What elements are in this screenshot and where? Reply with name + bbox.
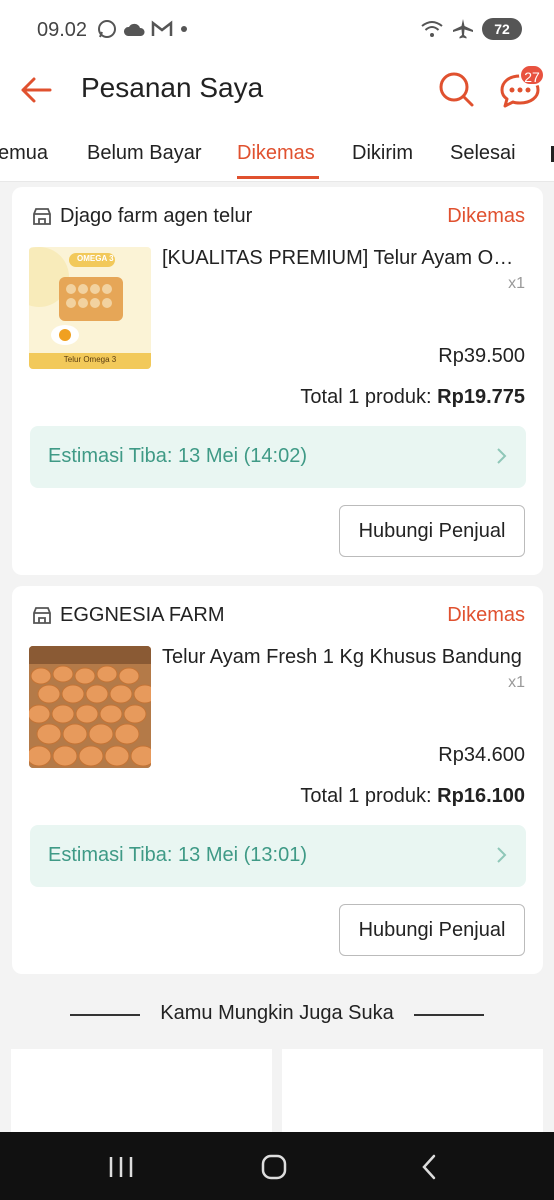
whatsapp-icon bbox=[98, 20, 116, 38]
eggs-photo bbox=[29, 646, 151, 768]
search-icon[interactable] bbox=[437, 70, 475, 108]
airplane-icon bbox=[453, 19, 473, 39]
tab-dikirim[interactable]: Dikirim bbox=[352, 142, 413, 165]
shop-name: Djago farm agen telur bbox=[60, 205, 253, 227]
back-arrow-icon[interactable] bbox=[18, 72, 54, 108]
battery-indicator: 72 bbox=[482, 18, 522, 40]
tab-selesai[interactable]: Selesai bbox=[450, 142, 516, 165]
shop-header[interactable]: EGGNESIA FARM bbox=[32, 604, 224, 627]
back-nav-icon[interactable] bbox=[416, 1154, 446, 1180]
delivery-estimate[interactable]: Estimasi Tiba: 13 Mei (14:02) bbox=[30, 426, 526, 488]
wifi-icon bbox=[421, 21, 443, 37]
active-tab-indicator bbox=[237, 176, 319, 179]
system-nav-bar bbox=[0, 1132, 554, 1200]
product-price: Rp39.500 bbox=[438, 345, 525, 367]
shop-icon bbox=[33, 606, 51, 624]
cloud-icon bbox=[123, 23, 145, 36]
order-status: Dikemas bbox=[447, 604, 525, 626]
product-name[interactable]: [KUALITAS PREMIUM] Telur Ayam Omega 3 bbox=[162, 247, 526, 270]
shop-header[interactable]: Djago farm agen telur bbox=[32, 205, 252, 228]
contact-seller-button[interactable]: Hubungi Penjual bbox=[339, 904, 525, 956]
egg-tray-image bbox=[29, 247, 151, 369]
product-thumbnail[interactable] bbox=[29, 646, 151, 768]
recent-apps-icon[interactable] bbox=[106, 1154, 136, 1180]
total-label: Total 1 produk: bbox=[300, 785, 432, 807]
chevron-right-icon bbox=[497, 847, 507, 863]
order-status: Dikemas bbox=[447, 205, 525, 227]
recommended-product-card[interactable] bbox=[11, 1049, 272, 1133]
tab-dikemas[interactable]: Dikemas bbox=[237, 142, 315, 165]
order-tabs: emua Belum Bayar Dikemas Dikirim Selesai bbox=[0, 120, 554, 182]
page-title: Pesanan Saya bbox=[81, 72, 264, 103]
delivery-estimate[interactable]: Estimasi Tiba: 13 Mei (13:01) bbox=[30, 825, 526, 887]
gmail-icon bbox=[151, 20, 173, 36]
total-label: Total 1 produk: bbox=[300, 386, 432, 408]
status-time: 09.02 bbox=[37, 19, 88, 41]
divider-right bbox=[414, 1014, 484, 1016]
product-name[interactable]: Telur Ayam Fresh 1 Kg Khusus Bandung bbox=[162, 646, 526, 669]
order-total: Total 1 produk: Rp16.100 bbox=[300, 785, 525, 808]
order-total: Total 1 produk: Rp19.775 bbox=[300, 386, 525, 409]
order-card[interactable]: Djago farm agen telur Dikemas OMEGA 3 Te… bbox=[12, 187, 543, 575]
total-value: Rp19.775 bbox=[437, 386, 525, 408]
tab-semua[interactable]: emua bbox=[0, 142, 48, 165]
chat-badge: 27 bbox=[519, 64, 545, 86]
app-bar: Pesanan Saya bbox=[0, 60, 554, 120]
recommended-product-card[interactable] bbox=[282, 1049, 543, 1133]
status-bar: 09.02 72 bbox=[0, 0, 554, 60]
product-qty: x1 bbox=[508, 275, 525, 292]
contact-seller-button[interactable]: Hubungi Penjual bbox=[339, 505, 525, 557]
tab-belum-bayar[interactable]: Belum Bayar bbox=[87, 142, 202, 165]
product-price: Rp34.600 bbox=[438, 744, 525, 766]
chevron-right-icon bbox=[497, 448, 507, 464]
product-qty: x1 bbox=[508, 674, 525, 691]
home-icon[interactable] bbox=[259, 1154, 289, 1180]
eta-text: Estimasi Tiba: 13 Mei (13:01) bbox=[48, 844, 307, 866]
thumb-label-top: OMEGA 3 bbox=[77, 254, 114, 263]
dot-icon bbox=[181, 26, 187, 32]
thumb-label-bottom: Telur Omega 3 bbox=[63, 355, 117, 364]
order-card[interactable]: EGGNESIA FARM Dikemas Telur Ayam Fresh 1… bbox=[12, 586, 543, 974]
product-thumbnail[interactable]: OMEGA 3 Telur Omega 3 bbox=[29, 247, 151, 369]
eta-text: Estimasi Tiba: 13 Mei (14:02) bbox=[48, 445, 307, 467]
shop-icon bbox=[33, 207, 51, 225]
shop-name: EGGNESIA FARM bbox=[60, 604, 225, 626]
total-value: Rp16.100 bbox=[437, 785, 525, 807]
